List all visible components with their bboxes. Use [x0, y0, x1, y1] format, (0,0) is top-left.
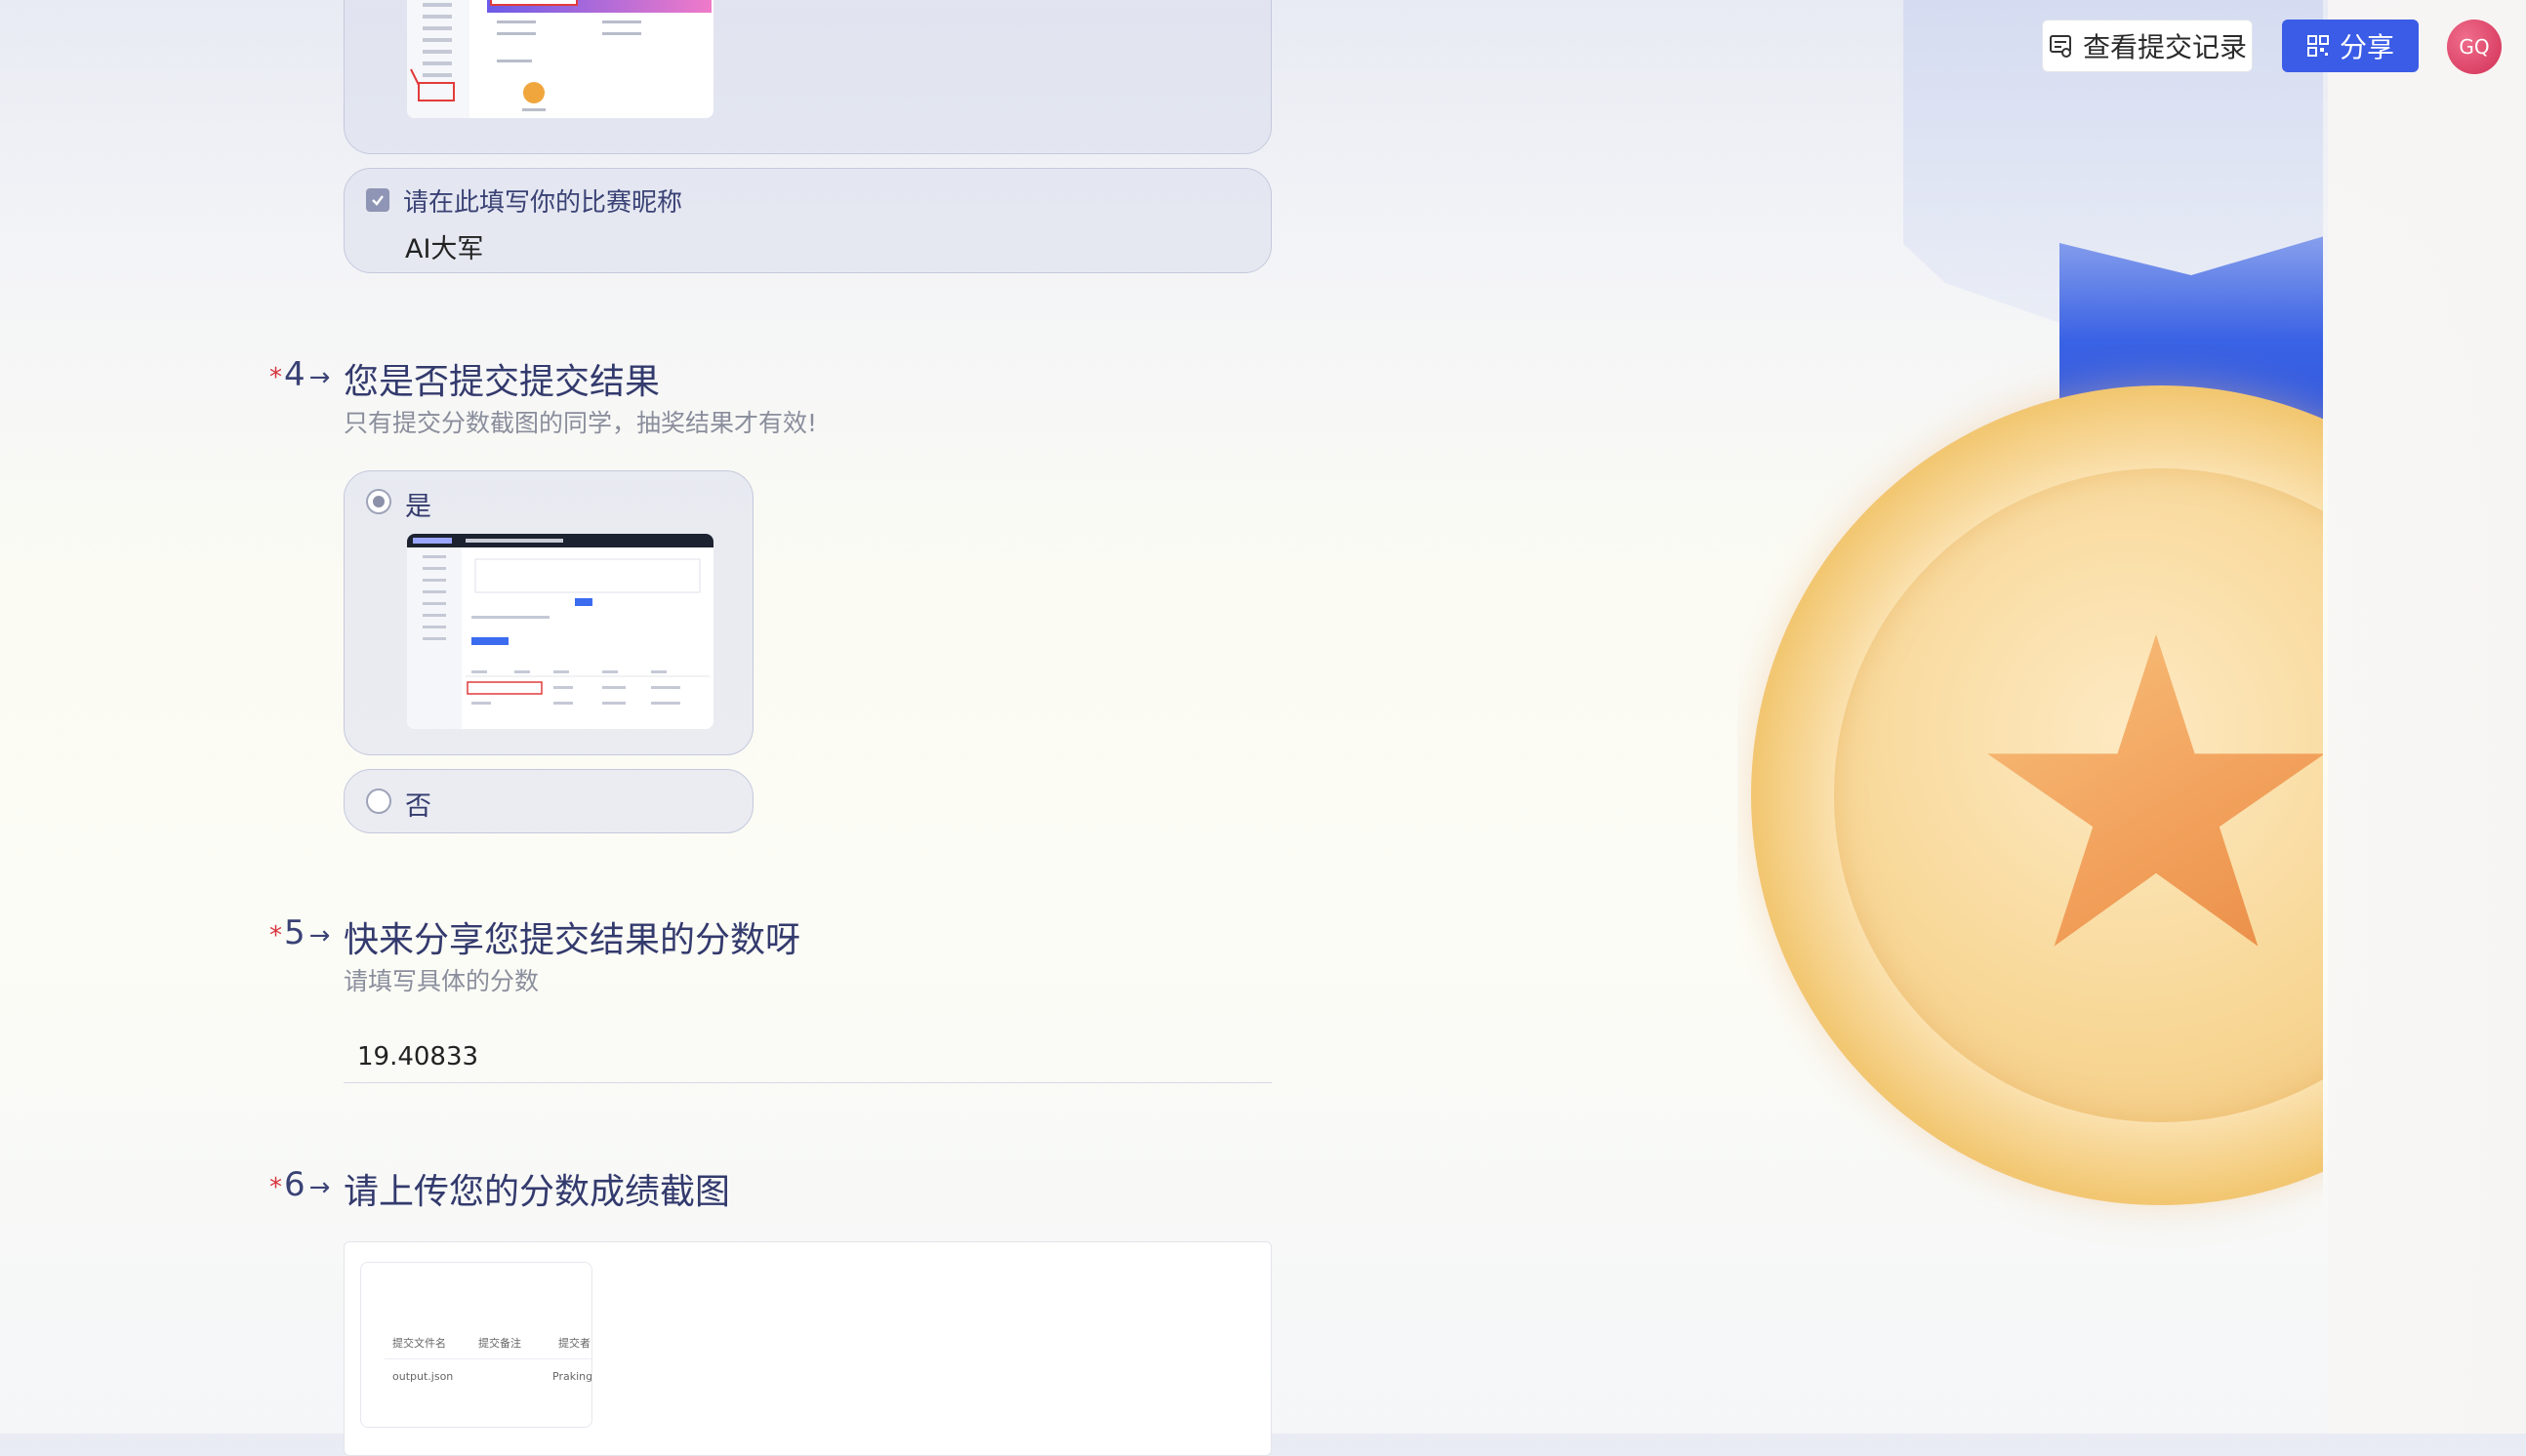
q5-title: 快来分享您提交结果的分数呀	[344, 920, 801, 960]
q4-option-yes[interactable]: 是	[344, 470, 754, 755]
q4-description: 只有提交分数截图的同学，抽奖结果才有效!	[344, 409, 818, 437]
q6-title: 请上传您的分数成绩截图	[344, 1172, 731, 1212]
medal-inner-disc	[1834, 468, 2323, 1122]
view-submission-records-button[interactable]: 查看提交记录	[2042, 20, 2253, 72]
q4-no-label: 否	[405, 791, 431, 822]
thumb-cell-submitter: PrakingD	[552, 1370, 592, 1383]
required-marker: *	[269, 363, 282, 392]
thumb-divider	[385, 1358, 591, 1359]
records-label: 查看提交记录	[2082, 31, 2247, 63]
nickname-prompt: 请在此填写你的比赛昵称	[403, 188, 683, 218]
q6-number: * 6 →	[269, 1165, 330, 1204]
checkbox-checked[interactable]	[366, 188, 389, 212]
check-icon	[372, 195, 384, 206]
q4-title: 您是否提交提交结果	[344, 362, 661, 402]
arrow-right-icon: →	[308, 1173, 331, 1202]
thumb-cell-filename: output.json	[392, 1370, 454, 1383]
q4-yes-label: 是	[405, 492, 431, 522]
q5-number: * 5 →	[269, 913, 330, 952]
arrow-right-icon: →	[308, 363, 331, 392]
upload-area[interactable]: 提交文件名 提交备注 提交者 output.json PrakingD	[344, 1241, 1272, 1456]
required-marker: *	[269, 1173, 282, 1202]
medal-illustration	[1737, 0, 2323, 1434]
q4-number: * 4 →	[269, 355, 330, 394]
q4-no-radio[interactable]	[366, 789, 391, 814]
score-input[interactable]: 19.40833	[344, 1034, 1272, 1083]
q3-option-screenshot	[407, 0, 713, 118]
q4-yes-radio[interactable]	[366, 489, 391, 514]
q4-index: 4	[284, 355, 306, 394]
q5-index: 5	[284, 913, 306, 952]
thumb-col-filename: 提交文件名	[392, 1337, 446, 1350]
star-icon	[1987, 634, 2323, 947]
avatar[interactable]: GQ	[2447, 20, 2502, 74]
medal-disc	[1751, 385, 2323, 1205]
qr-code-icon	[2306, 35, 2329, 57]
q4-option-no[interactable]: 否	[344, 769, 754, 833]
share-label: 分享	[2339, 31, 2394, 63]
q5-description: 请填写具体的分数	[344, 967, 540, 995]
uploaded-image-thumbnail[interactable]: 提交文件名 提交备注 提交者 output.json PrakingD	[360, 1262, 592, 1428]
arrow-right-icon: →	[308, 921, 331, 950]
nickname-entry-card[interactable]: 请在此填写你的比赛昵称 AI大军	[344, 168, 1272, 273]
records-icon	[2049, 35, 2071, 58]
q6-index: 6	[284, 1165, 306, 1204]
required-marker: *	[269, 921, 282, 950]
thumb-col-submitter: 提交者	[558, 1337, 591, 1350]
right-edge-fade	[2328, 0, 2526, 1434]
q3-image-option-card[interactable]	[344, 0, 1272, 154]
nickname-value[interactable]: AI大军	[405, 227, 483, 265]
q4-yes-screenshot	[407, 534, 713, 729]
thumb-col-note: 提交备注	[478, 1337, 521, 1350]
score-value: 19.40833	[357, 1042, 479, 1072]
share-button[interactable]: 分享	[2282, 20, 2419, 72]
